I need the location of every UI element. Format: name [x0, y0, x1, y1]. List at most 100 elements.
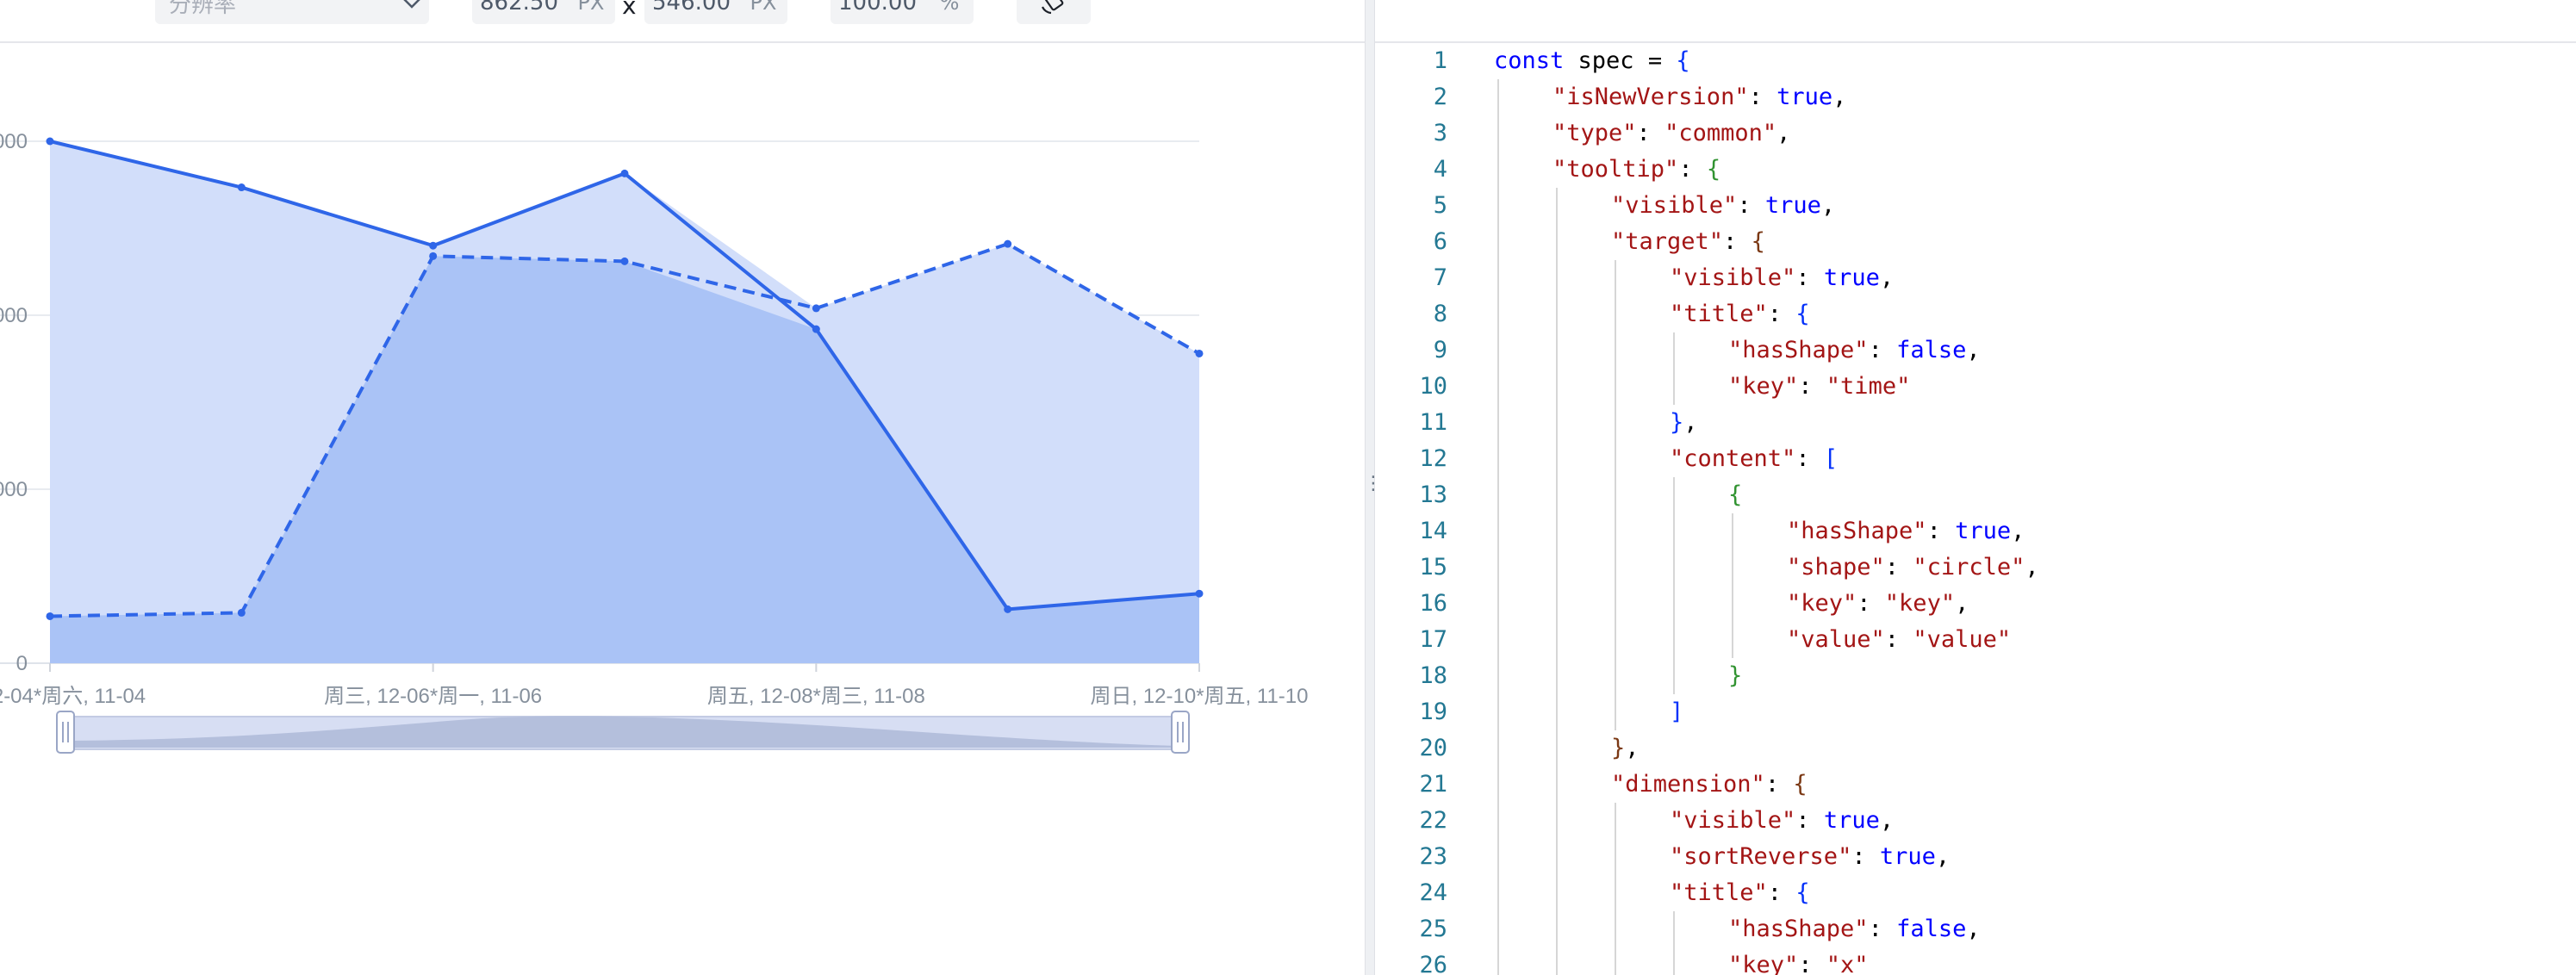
chevron-down-icon: [395, 0, 429, 16]
code-token: "key": [1728, 373, 1799, 400]
indent-guide: [1673, 332, 1675, 369]
indent-guide: [1615, 803, 1616, 839]
indent-guide: [1497, 405, 1499, 441]
indent-guide: [1497, 296, 1499, 332]
y-axis-ticks: 0000000000: [0, 130, 28, 675]
line-number: 19: [1419, 699, 1447, 725]
indent-guide: [1497, 658, 1499, 694]
indent-guide: [1497, 369, 1499, 405]
code-line: 2 "isNewVersion": true,: [1375, 79, 2576, 115]
code-token: "key": [1728, 952, 1799, 975]
code-token: :: [1764, 771, 1794, 798]
code-token: :: [1798, 373, 1826, 400]
code-token: "visible": [1670, 264, 1796, 291]
indent-guide: [1497, 730, 1499, 767]
indent-guide: [1556, 767, 1558, 803]
area-chart: 0000000000 2-04*周六, 11-04周三, 12-06*周一, 1…: [0, 130, 1309, 754]
code-token: }: [1670, 409, 1684, 436]
code-line: 8 "title": {: [1375, 296, 2576, 332]
rotate-button[interactable]: [1017, 0, 1091, 24]
code-token: ,: [1683, 409, 1698, 436]
indent-guide: [1497, 188, 1499, 224]
indent-guide: [1497, 694, 1499, 730]
code-token: false: [1896, 916, 1967, 942]
resolution-select[interactable]: 分辨率: [155, 0, 429, 24]
indent-guide: [1615, 405, 1616, 441]
code-token: "target": [1611, 228, 1724, 255]
chart-scrollbar[interactable]: [56, 711, 1190, 754]
code-lines: 1 const spec = {2 "isNewVersion": true, 3 "t…: [1375, 43, 2576, 975]
code-token: true: [1776, 84, 1833, 110]
code-token: "hasShape": [1787, 518, 1927, 544]
width-input[interactable]: 862.50 PX: [472, 0, 615, 24]
line-number: 13: [1419, 481, 1447, 508]
line-number: 6: [1433, 228, 1447, 255]
line-number: 9: [1433, 337, 1447, 363]
code-line: 16 "key": "key",: [1375, 586, 2576, 622]
y-tick-label: 000: [0, 478, 28, 501]
indent-guide: [1732, 586, 1733, 622]
chart-areas: [50, 141, 1199, 663]
code-token: "dimension": [1611, 771, 1765, 798]
code-token: "title": [1670, 301, 1768, 327]
indent-guide: [1673, 369, 1675, 405]
height-unit: PX: [750, 0, 777, 15]
indent-guide: [1615, 839, 1616, 875]
drag-handle-icon[interactable]: ⋮⋮: [1364, 472, 1400, 496]
code-text: "visible": true,: [1611, 188, 1835, 224]
indent-guide: [1556, 332, 1558, 369]
indent-guide: [1556, 550, 1558, 586]
indent-guide: [1556, 875, 1558, 911]
code-token: {: [1793, 771, 1808, 798]
line-number: 24: [1419, 879, 1447, 906]
line-number: 25: [1419, 916, 1447, 942]
code-line: 25 "hasShape": false,: [1375, 911, 2576, 947]
indent-guide: [1556, 369, 1558, 405]
indent-guide: [1497, 550, 1499, 586]
indent-guide: [1497, 586, 1499, 622]
code-token: ,: [1935, 843, 1951, 870]
indent-guide: [1615, 658, 1616, 694]
code-token: "shape": [1787, 554, 1885, 581]
code-token: :: [1737, 192, 1765, 219]
indent-guide: [1615, 332, 1616, 369]
code-line: 5 "visible": true,: [1375, 188, 2576, 224]
indent-guide: [1497, 911, 1499, 947]
line-number: 17: [1419, 626, 1447, 653]
indent-guide: [1615, 477, 1616, 513]
code-line: 10 "key": "time": [1375, 369, 2576, 405]
code-token: "common": [1664, 120, 1777, 146]
indent-guide: [1497, 152, 1499, 188]
code-token: true: [1879, 843, 1936, 870]
indent-guide: [1556, 513, 1558, 550]
code-token: "visible": [1611, 192, 1738, 219]
code-token: true: [1823, 807, 1880, 834]
code-token: :: [1851, 843, 1880, 870]
data-point: [429, 252, 438, 260]
indent-guide: [1497, 875, 1499, 911]
code-token: :: [1767, 879, 1796, 906]
code-text: "hasShape": false,: [1728, 332, 1981, 369]
indent-guide: [1497, 839, 1499, 875]
indent-guide: [1615, 911, 1616, 947]
code-token: "key": [1787, 590, 1857, 617]
height-input[interactable]: 546.00 PX: [644, 0, 787, 24]
code-line: 18}: [1375, 658, 2576, 694]
code-token: :: [1884, 554, 1913, 581]
indent-guide: [1615, 550, 1616, 586]
code-editor[interactable]: 1 const spec = {2 "isNewVersion": true, 3 "t…: [1375, 0, 2576, 975]
indent-guide: [1556, 405, 1558, 441]
code-line: 13 {: [1375, 477, 2576, 513]
indent-guide: [1615, 586, 1616, 622]
indent-guide: [1556, 477, 1558, 513]
line-number: 23: [1419, 843, 1447, 870]
code-token: {: [1676, 47, 1690, 74]
indent-guide: [1615, 947, 1616, 975]
code-line: 17 "value": "value": [1375, 622, 2576, 658]
code-token: "time": [1826, 373, 1911, 400]
zoom-input[interactable]: 100.00 %: [831, 0, 974, 24]
indent-guide: [1673, 622, 1675, 658]
code-token: spec =: [1564, 47, 1677, 74]
code-text: "key": "key",: [1787, 586, 1969, 622]
line-number: 15: [1419, 554, 1447, 581]
